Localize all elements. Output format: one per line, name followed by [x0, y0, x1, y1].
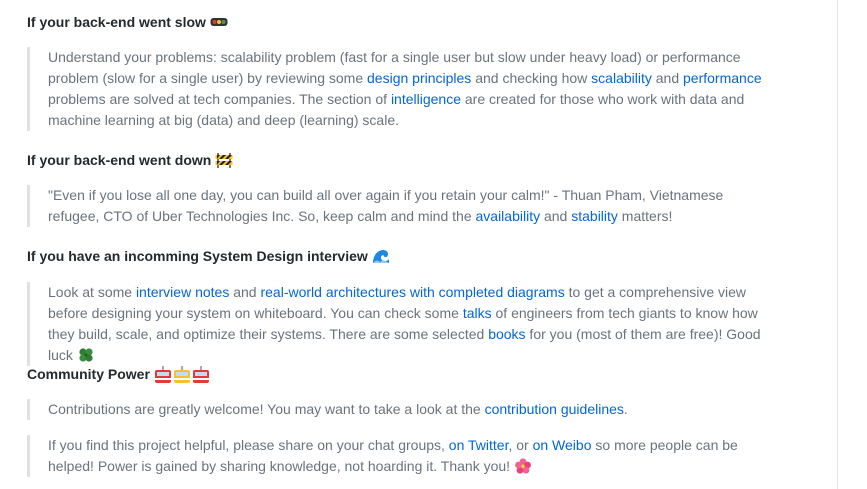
tram-cars-icon [154, 366, 210, 383]
quote-backend-down: "Even if you lose all one day, you can b… [27, 185, 767, 227]
link-scalability[interactable]: scalability [591, 70, 652, 86]
four-leaf-clover-icon [77, 347, 95, 363]
link-twitter[interactable]: on Twitter [449, 437, 509, 453]
quote-text: matters! [617, 208, 673, 224]
water-wave-icon [372, 248, 390, 264]
link-design-principles[interactable]: design principles [367, 70, 471, 86]
heading-text: If your back-end went down [27, 152, 212, 168]
link-real-world-architectures[interactable]: real-world architectures with completed … [260, 284, 564, 300]
link-weibo[interactable]: on Weibo [533, 437, 592, 453]
heading-community-power: Community Power [27, 364, 210, 384]
quote-text: If you find this project helpful, please… [48, 437, 449, 453]
heading-text: Community Power [27, 366, 150, 382]
heading-backend-slow: If your back-end went slow [27, 12, 228, 32]
heading-text: If your back-end went slow [27, 14, 206, 30]
quote-text: Look at some [48, 284, 136, 300]
quote-text: problems are solved at tech companies. T… [48, 91, 391, 107]
quote-backend-slow: Understand your problems: scalability pr… [27, 47, 767, 131]
link-talks[interactable]: talks [463, 305, 492, 321]
traffic-light-icon [210, 14, 228, 30]
link-interview-notes[interactable]: interview notes [136, 284, 229, 300]
link-intelligence[interactable]: intelligence [391, 91, 461, 107]
quote-text: and [651, 70, 684, 86]
construction-barrier-icon [215, 152, 233, 168]
quote-text: and [229, 284, 261, 300]
quote-system-design-interview: Look at some interview notes and real-wo… [27, 282, 767, 366]
page-right-border [837, 0, 838, 489]
link-performance[interactable]: performance [683, 70, 762, 86]
link-contribution-guidelines[interactable]: contribution guidelines [485, 401, 624, 417]
quote-text: Contributions are greatly welcome! You m… [48, 401, 485, 417]
quote-share-project: If you find this project helpful, please… [27, 435, 767, 477]
quote-text: and [540, 208, 572, 224]
link-availability[interactable]: availability [476, 208, 541, 224]
quote-text: , or [508, 437, 533, 453]
quote-text: and checking how [471, 70, 592, 86]
quote-text: . [623, 401, 628, 417]
link-books[interactable]: books [488, 326, 525, 342]
link-stability[interactable]: stability [571, 208, 618, 224]
quote-contributions: Contributions are greatly welcome! You m… [27, 399, 767, 420]
heading-text: If you have an incomming System Design i… [27, 248, 368, 264]
heading-system-design-interview: If you have an incomming System Design i… [27, 246, 390, 266]
heading-backend-down: If your back-end went down [27, 150, 233, 170]
hibiscus-flower-icon [514, 458, 532, 474]
